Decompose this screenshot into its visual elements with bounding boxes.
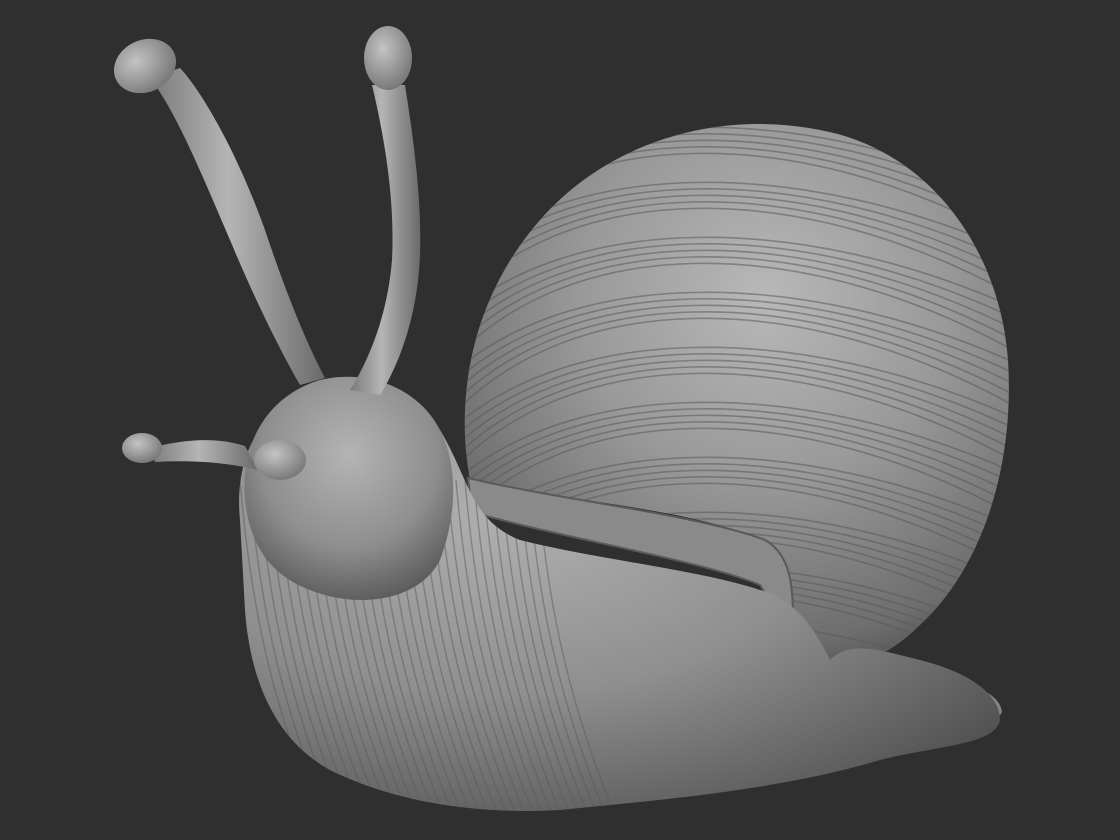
right-eye-tip [364,26,412,90]
sculpt-viewport[interactable] [0,0,1120,840]
right-lower-tentacle [254,440,306,480]
left-eye-stalk [150,68,325,385]
snail-model [113,26,1009,811]
snail-head [244,376,454,600]
right-eye-stalk [350,85,421,395]
left-lower-tentacle-tip [122,433,162,463]
left-lower-tentacle [150,440,258,470]
